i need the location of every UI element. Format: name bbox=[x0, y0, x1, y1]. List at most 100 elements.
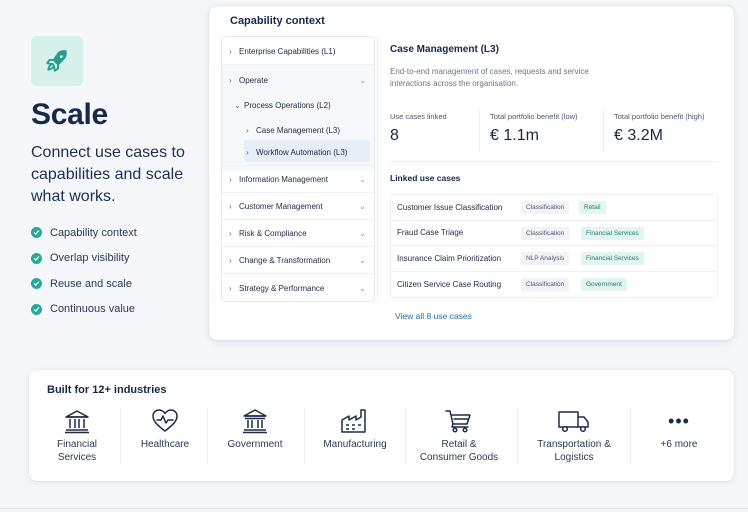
industry-label: +6 more bbox=[660, 439, 698, 450]
stat-label: Total portfolio benefit (low) bbox=[490, 112, 578, 121]
use-case-row[interactable]: Customer Issue Classification Classifica… bbox=[391, 195, 717, 221]
rocket-icon bbox=[31, 36, 83, 86]
industry-tag: Financial Services bbox=[581, 226, 644, 240]
industry-manufacturing[interactable]: Manufacturing bbox=[312, 408, 398, 472]
tree-item-label: Risk & Compliance bbox=[239, 229, 307, 238]
tree-item-label: Enterprise Capabilities (L1) bbox=[239, 47, 336, 56]
tree-item-change-transformation[interactable]: › Change & Transformation ⌄ bbox=[222, 248, 374, 274]
tree-item-strategy-performance[interactable]: › Strategy & Performance ⌄ bbox=[222, 275, 374, 301]
industry-tag: Government bbox=[581, 277, 627, 291]
card-title: Capability context bbox=[230, 15, 325, 27]
type-tag: Classification bbox=[521, 277, 570, 291]
tree-item-customer-management[interactable]: › Customer Management ⌄ bbox=[222, 194, 374, 220]
tree-item-information-management[interactable]: › Information Management ⌄ bbox=[222, 167, 374, 193]
use-case-name: Citizen Service Case Routing bbox=[397, 279, 502, 289]
industry-label: Healthcare bbox=[140, 439, 190, 450]
industry-divider bbox=[517, 408, 518, 464]
tree-item-risk-compliance[interactable]: › Risk & Compliance ⌄ bbox=[222, 221, 374, 247]
page-title: Scale bbox=[31, 98, 108, 131]
stat-divider bbox=[479, 110, 480, 152]
industries-title: Built for 12+ industries bbox=[47, 384, 167, 396]
chevron-down-icon: ⌄ bbox=[359, 202, 366, 211]
tree-item-label: Change & Transformation bbox=[239, 256, 331, 265]
chevron-down-icon: ⌄ bbox=[359, 229, 366, 238]
tree-item-process-operations[interactable]: ⌄ Process Operations (L2) bbox=[222, 92, 374, 118]
chevron-down-icon: ⌄ bbox=[234, 100, 241, 110]
feature-label: Reuse and scale bbox=[50, 277, 132, 290]
tree-item-enterprise-capabilities[interactable]: › Enterprise Capabilities (L1) bbox=[222, 39, 374, 65]
use-case-list: Customer Issue Classification Classifica… bbox=[390, 194, 718, 298]
feature-item: Capability context bbox=[31, 220, 137, 246]
chevron-right-icon: › bbox=[229, 283, 232, 293]
chevron-down-icon: ⌄ bbox=[359, 256, 366, 265]
tree-item-operate[interactable]: › Operate ⌄ bbox=[222, 67, 374, 93]
industry-divider bbox=[120, 408, 121, 464]
feature-list: Capability context Overlap visibility Re… bbox=[31, 220, 137, 322]
chevron-right-icon: › bbox=[229, 202, 232, 211]
industry-transportation[interactable]: Transportation & Logistics bbox=[525, 408, 623, 472]
stat-use-cases-linked: Use cases linked 8 bbox=[390, 112, 447, 145]
more-icon: ••• bbox=[668, 411, 690, 431]
feature-label: Capability context bbox=[50, 226, 137, 239]
hero-subtitle: Connect use cases to capabilities and sc… bbox=[31, 144, 185, 205]
industry-government[interactable]: Government bbox=[215, 408, 295, 472]
stat-label: Use cases linked bbox=[390, 112, 447, 121]
industry-label: Transportation & bbox=[537, 439, 611, 450]
feature-label: Continuous value bbox=[50, 303, 136, 316]
industry-healthcare[interactable]: Healthcare bbox=[125, 408, 205, 472]
type-tag: Classification bbox=[521, 226, 570, 240]
tree-item-label: Information Management bbox=[239, 175, 328, 184]
industry-label: Manufacturing bbox=[323, 439, 387, 450]
industry-more[interactable]: ••• +6 more bbox=[641, 408, 717, 472]
capability-tree: › Enterprise Capabilities (L1) › Operate… bbox=[221, 36, 375, 302]
stat-benefit-high: Total portfolio benefit (high) € 3.2M bbox=[614, 112, 704, 145]
section-divider bbox=[390, 161, 718, 162]
use-case-name: Customer Issue Classification bbox=[397, 202, 503, 212]
use-case-row[interactable]: Fraud Case Triage Classification Financi… bbox=[391, 221, 717, 246]
factory-icon bbox=[341, 409, 366, 433]
check-icon bbox=[31, 278, 42, 290]
check-icon bbox=[31, 252, 42, 264]
industries-card: Built for 12+ industries Financial Servi… bbox=[29, 370, 734, 481]
chevron-right-icon: › bbox=[246, 148, 249, 157]
view-all-link[interactable]: View all 8 use cases bbox=[395, 311, 472, 321]
chevron-right-icon: › bbox=[229, 175, 232, 184]
industry-divider bbox=[630, 408, 631, 464]
tree-item-label: Workflow Automation (L3) bbox=[256, 148, 348, 157]
industry-retail[interactable]: Retail & Consumer Goods bbox=[413, 408, 505, 472]
detail-description: End-to-end management of cases, requests… bbox=[390, 67, 589, 88]
detail-title: Case Management (L3) bbox=[390, 44, 499, 55]
chevron-down-icon: ⌄ bbox=[359, 75, 366, 85]
industry-financial-services[interactable]: Financial Services bbox=[37, 408, 117, 472]
tree-item-workflow-automation[interactable]: › Workflow Automation (L3) bbox=[222, 140, 374, 166]
use-case-name: Fraud Case Triage bbox=[397, 228, 464, 238]
capability-card: Capability context › Enterprise Capabili… bbox=[209, 6, 734, 340]
chevron-right-icon: › bbox=[229, 75, 232, 85]
tree-item-label: Strategy & Performance bbox=[239, 283, 325, 293]
check-icon bbox=[31, 303, 42, 315]
tree-item-label: Process Operations (L2) bbox=[244, 100, 331, 110]
linked-use-cases-title: Linked use cases bbox=[390, 173, 461, 183]
stat-value: 8 bbox=[390, 127, 399, 144]
industry-label: Retail & bbox=[441, 439, 477, 450]
industry-label: Government bbox=[227, 439, 283, 450]
industry-label-line2: Logistics bbox=[554, 452, 594, 463]
feature-item: Reuse and scale bbox=[31, 271, 137, 297]
type-tag: Classification bbox=[521, 201, 570, 214]
chevron-right-icon: › bbox=[229, 256, 232, 265]
tree-item-label: Operate bbox=[239, 75, 268, 85]
panel-divider bbox=[377, 36, 378, 302]
use-case-name: Insurance Claim Prioritization bbox=[397, 253, 502, 263]
stat-value: € 1.1m bbox=[490, 127, 539, 144]
chevron-right-icon: › bbox=[246, 125, 249, 135]
check-icon bbox=[31, 227, 42, 239]
use-case-row[interactable]: Citizen Service Case Routing Classificat… bbox=[391, 272, 717, 298]
industry-label: Financial bbox=[56, 439, 98, 450]
stat-label: Total portfolio benefit (high) bbox=[614, 112, 705, 121]
government-building-icon bbox=[243, 409, 267, 434]
industry-divider bbox=[304, 408, 305, 464]
truck-icon bbox=[558, 411, 589, 433]
industry-tag: Retail bbox=[579, 201, 606, 214]
industry-divider bbox=[405, 408, 406, 464]
use-case-row[interactable]: Insurance Claim Prioritization NLP Analy… bbox=[391, 246, 717, 272]
